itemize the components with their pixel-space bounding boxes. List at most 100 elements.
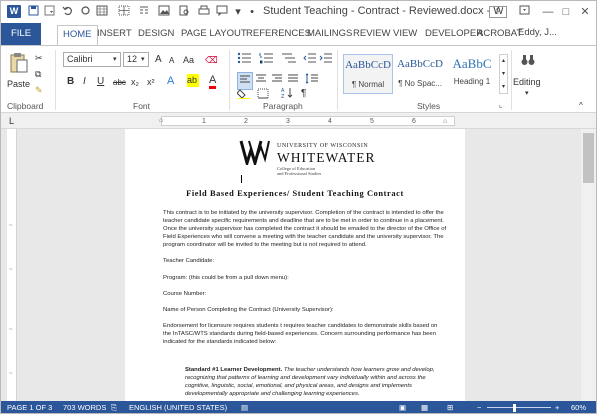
- tab-view[interactable]: VIEW: [393, 27, 417, 41]
- word-app-icon[interactable]: W: [7, 5, 21, 18]
- shading-icon[interactable]: [236, 88, 251, 102]
- italic-button[interactable]: I: [83, 76, 86, 88]
- course-number-field[interactable]: Course Number:: [163, 290, 447, 298]
- ruler-bar[interactable]: 1 2 3 4 5 6: [161, 116, 455, 126]
- word-count[interactable]: 703 WORDS: [63, 401, 106, 413]
- close-button[interactable]: ✕: [576, 4, 594, 20]
- highlight-icon[interactable]: ab: [187, 74, 199, 87]
- language[interactable]: ENGLISH (UNITED STATES): [129, 401, 227, 413]
- table-icon[interactable]: [95, 5, 109, 19]
- tab-acrobat[interactable]: ACROBAT: [477, 27, 522, 41]
- cut-icon[interactable]: ✂: [35, 52, 43, 64]
- style-heading-1[interactable]: AaBbC Heading 1: [447, 54, 497, 94]
- show-marks-icon[interactable]: ¶: [301, 88, 306, 100]
- text-effects-icon[interactable]: A: [167, 75, 174, 87]
- tab-selector-icon[interactable]: L: [9, 115, 14, 127]
- help-icon[interactable]: ?: [489, 6, 507, 18]
- read-mode-icon[interactable]: ▣: [399, 401, 406, 413]
- subscript-button[interactable]: x₂: [131, 76, 139, 88]
- document-page[interactable]: UNIVERSITY OF WISCONSIN WHITEWATER Colle…: [125, 129, 465, 401]
- indent-marker-icon[interactable]: ⌂: [159, 115, 163, 127]
- zoom-slider-thumb[interactable]: [513, 404, 516, 412]
- tab-insert[interactable]: INSERT: [97, 27, 132, 41]
- maximize-button[interactable]: □: [557, 4, 575, 20]
- justify-icon[interactable]: [287, 73, 299, 87]
- redo-icon[interactable]: [79, 5, 91, 19]
- binoculars-icon[interactable]: [521, 54, 535, 68]
- multilevel-list-icon[interactable]: [281, 52, 297, 67]
- web-layout-icon[interactable]: ⊞: [447, 401, 453, 413]
- zoom-slider[interactable]: [487, 407, 551, 408]
- zoom-in-icon[interactable]: +: [555, 401, 559, 413]
- tab-developer[interactable]: DEVELOPER: [425, 27, 483, 41]
- font-size-select[interactable]: 12: [123, 52, 149, 67]
- tab-references[interactable]: REFERENCES: [246, 27, 311, 41]
- customize-qat-icon[interactable]: ▾: [233, 5, 243, 19]
- quick-print-icon[interactable]: [197, 5, 211, 19]
- font-color-icon[interactable]: A: [209, 74, 217, 89]
- user-name[interactable]: Eddy, J...: [518, 27, 557, 38]
- tab-page-layout[interactable]: PAGE LAYOUT: [181, 27, 247, 41]
- vertical-ruler[interactable]: ~ ~ ~ ~: [7, 129, 17, 401]
- print-preview-icon[interactable]: [177, 5, 191, 19]
- proofing-icon[interactable]: ⎘: [111, 401, 117, 413]
- bold-button[interactable]: B: [67, 76, 74, 88]
- align-center-icon[interactable]: [255, 73, 267, 87]
- save-icon[interactable]: [27, 5, 39, 19]
- collapse-ribbon-icon[interactable]: ^: [579, 100, 583, 112]
- align-right-icon[interactable]: [271, 73, 283, 87]
- change-case-button[interactable]: Aa: [183, 54, 194, 66]
- line-spacing-icon[interactable]: [305, 73, 319, 87]
- save-dropdown-icon[interactable]: [43, 5, 55, 19]
- undo-icon[interactable]: [61, 5, 73, 19]
- minimize-button[interactable]: —: [539, 4, 557, 20]
- vertical-scrollbar[interactable]: [581, 129, 596, 401]
- decrease-indent-icon[interactable]: [303, 52, 317, 67]
- font-dropdown-icon[interactable]: ▾: [113, 54, 117, 66]
- increase-indent-icon[interactable]: [319, 52, 333, 67]
- underline-button[interactable]: U: [97, 76, 104, 88]
- styles-dialog-launcher-icon[interactable]: ⌞: [499, 100, 502, 112]
- tab-mailings[interactable]: MAILINGS: [307, 27, 352, 41]
- person-completing-field[interactable]: Name of Person Completing the Contract (…: [163, 306, 447, 314]
- bullets-icon[interactable]: [237, 52, 253, 67]
- shrink-font-button[interactable]: A: [169, 55, 174, 67]
- size-dropdown-icon[interactable]: ▾: [141, 54, 145, 66]
- style-normal[interactable]: AaBbCcD ¶ Normal: [343, 54, 393, 94]
- tab-design[interactable]: DESIGN: [138, 27, 174, 41]
- numbering-icon[interactable]: [259, 52, 275, 67]
- document-area[interactable]: ~ ~ ~ ~ UNIVERSITY OF WISCONSIN WHITEWAT…: [1, 129, 596, 401]
- scrollbar-thumb[interactable]: [583, 133, 594, 183]
- program-field[interactable]: Program: (this could be from a pull down…: [163, 274, 447, 282]
- styles-scroll-icon[interactable]: ▴ ▾ ▾: [499, 54, 508, 94]
- paste-icon[interactable]: [9, 52, 31, 74]
- editing-dropdown-icon[interactable]: ▾: [525, 88, 529, 100]
- grow-font-button[interactable]: A: [155, 54, 162, 66]
- zoom-level[interactable]: 60%: [571, 401, 586, 413]
- superscript-button[interactable]: x²: [147, 76, 155, 88]
- style-no-spacing[interactable]: AaBbCcD ¶ No Spac...: [395, 54, 445, 94]
- macro-icon[interactable]: ▤: [241, 401, 248, 413]
- insert-comment-icon[interactable]: [215, 5, 229, 19]
- copy-icon[interactable]: ⧉: [35, 68, 41, 80]
- picture-icon[interactable]: [157, 5, 171, 19]
- borders-icon[interactable]: [117, 5, 131, 19]
- sort-icon[interactable]: AZ: [281, 87, 293, 102]
- teacher-candidate-field[interactable]: Teacher Candidate:: [163, 257, 447, 265]
- right-indent-marker-icon[interactable]: ⌂: [443, 116, 447, 128]
- editing-button[interactable]: Editing: [513, 76, 541, 88]
- format-painter-icon[interactable]: ✎: [35, 84, 43, 96]
- tab-home[interactable]: HOME: [57, 25, 98, 46]
- strikethrough-button[interactable]: abc: [113, 77, 126, 89]
- page-count[interactable]: PAGE 1 OF 3: [7, 401, 52, 413]
- paste-button[interactable]: Paste: [7, 78, 30, 90]
- print-layout-icon[interactable]: ▦: [421, 401, 428, 413]
- zoom-out-icon[interactable]: −: [477, 401, 481, 413]
- borders-button-icon[interactable]: [257, 88, 269, 102]
- horizontal-ruler[interactable]: L 1 2 3 4 5 6 ⌂ ⌂: [1, 113, 596, 129]
- ribbon-display-options-icon[interactable]: [515, 4, 533, 20]
- tab-file[interactable]: FILE: [1, 23, 41, 45]
- clear-formatting-icon[interactable]: ⌫: [205, 54, 218, 66]
- tab-review[interactable]: REVIEW: [353, 27, 390, 41]
- columns-icon[interactable]: [137, 5, 151, 19]
